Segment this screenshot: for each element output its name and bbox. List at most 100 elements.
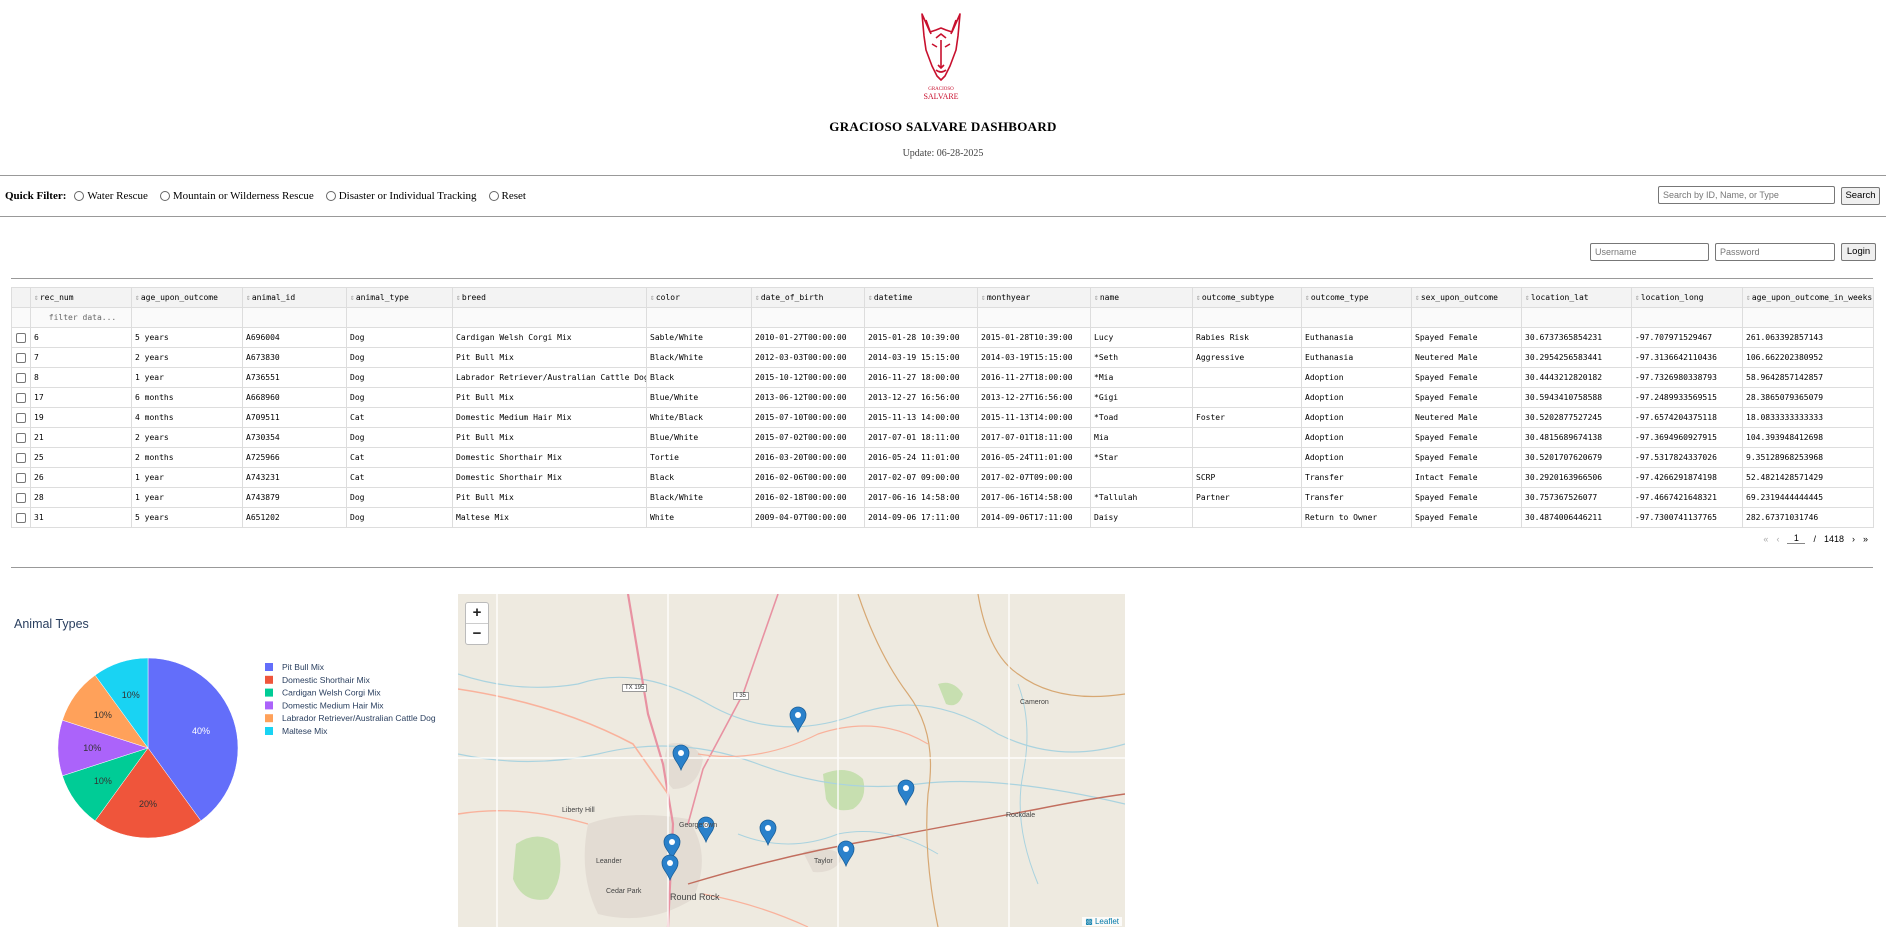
column-header-monthyear[interactable]: ⇕monthyear: [977, 287, 1091, 308]
table-row[interactable]: 19 4 months A709511 Cat Domestic Medium Hair…: [11, 407, 1874, 428]
table-cell[interactable]: *Star: [1090, 447, 1193, 468]
table-cell[interactable]: 261.063392857143: [1742, 327, 1874, 348]
table-cell[interactable]: 18.0833333333333: [1742, 407, 1874, 428]
table-cell[interactable]: -97.3136642110436: [1631, 347, 1743, 368]
table-cell[interactable]: 2015-07-02T00:00:00: [751, 427, 865, 448]
table-cell[interactable]: *Tallulah: [1090, 487, 1193, 508]
table-row[interactable]: 26 1 year A743231 Cat Domestic Shorthair Mix…: [11, 467, 1874, 488]
table-cell[interactable]: Spayed Female: [1411, 427, 1522, 448]
table-cell[interactable]: [1192, 387, 1302, 408]
table-cell[interactable]: Adoption: [1301, 427, 1412, 448]
table-cell[interactable]: 2014-09-06 17:11:00: [864, 507, 978, 528]
table-cell[interactable]: 6: [30, 327, 132, 348]
sort-icon[interactable]: ⇕: [755, 293, 760, 302]
table-cell[interactable]: 25: [30, 447, 132, 468]
table-cell[interactable]: Euthanasia: [1301, 347, 1412, 368]
radio-circle[interactable]: [488, 191, 499, 201]
legend-swatch[interactable]: [265, 663, 273, 671]
table-cell[interactable]: A668960: [242, 387, 347, 408]
table-cell[interactable]: Dog: [346, 347, 453, 368]
table-cell[interactable]: -97.3694960927915: [1631, 427, 1743, 448]
radio-disaster-tracking[interactable]: Disaster or Individual Tracking: [325, 190, 477, 202]
table-cell[interactable]: 69.2319444444445: [1742, 487, 1874, 508]
table-cell[interactable]: Domestic Medium Hair Mix: [452, 407, 647, 428]
table-cell[interactable]: A725966: [242, 447, 347, 468]
filter-input-outcome-type[interactable]: [1301, 307, 1412, 328]
table-cell[interactable]: 30.757367526077: [1521, 487, 1632, 508]
table-cell[interactable]: 30.4443212820182: [1521, 367, 1632, 388]
filter-input-datetime[interactable]: [864, 307, 978, 328]
search-input[interactable]: Search by ID, Name, or Type: [1658, 186, 1835, 204]
sort-icon[interactable]: ⇕: [1305, 293, 1310, 302]
table-cell[interactable]: Black/White: [646, 347, 752, 368]
row-checkbox[interactable]: [16, 432, 26, 443]
row-checkbox[interactable]: [16, 452, 26, 463]
column-header-outcome-subtype[interactable]: ⇕outcome_subtype: [1192, 287, 1302, 308]
filter-input-color[interactable]: [646, 307, 752, 328]
table-cell[interactable]: [1090, 467, 1193, 488]
table-cell[interactable]: Spayed Female: [1411, 367, 1522, 388]
table-cell[interactable]: 106.662202380952: [1742, 347, 1874, 368]
table-cell[interactable]: Rabies Risk: [1192, 327, 1302, 348]
table-cell[interactable]: Sable/White: [646, 327, 752, 348]
table-cell[interactable]: 58.9642857142857: [1742, 367, 1874, 388]
table-cell[interactable]: 9.35128968253968: [1742, 447, 1874, 468]
table-cell[interactable]: 30.2920163966506: [1521, 467, 1632, 488]
table-cell[interactable]: Labrador Retriever/Australian Cattle Dog: [452, 367, 647, 388]
legend-swatch[interactable]: [265, 688, 273, 697]
sort-icon[interactable]: ⇕: [1415, 293, 1420, 302]
sort-icon[interactable]: ⇕: [868, 293, 873, 302]
table-cell[interactable]: 2017-07-01T18:11:00: [977, 427, 1091, 448]
table-cell[interactable]: [1192, 447, 1302, 468]
column-header-age-upon-outcome[interactable]: ⇕age_upon_outcome: [131, 287, 243, 308]
table-cell[interactable]: Neutered Male: [1411, 347, 1522, 368]
sort-icon[interactable]: ⇕: [135, 293, 140, 302]
table-cell[interactable]: Intact Female: [1411, 467, 1522, 488]
column-header-date-of-birth[interactable]: ⇕date_of_birth: [751, 287, 865, 308]
table-cell[interactable]: Spayed Female: [1411, 447, 1522, 468]
table-cell[interactable]: 2015-07-10T00:00:00: [751, 407, 865, 428]
table-cell[interactable]: 2014-09-06T17:11:00: [977, 507, 1091, 528]
table-cell[interactable]: Black/White: [646, 487, 752, 508]
table-cell[interactable]: 19: [30, 407, 132, 428]
table-cell[interactable]: -97.7300741137765: [1631, 507, 1743, 528]
legend-swatch[interactable]: [265, 714, 273, 723]
filter-input-date-of-birth[interactable]: [751, 307, 865, 328]
table-cell[interactable]: Dog: [346, 507, 453, 528]
filter-input-rec-num[interactable]: filter data...: [30, 307, 132, 328]
table-cell[interactable]: Dog: [346, 427, 453, 448]
map-attribution[interactable]: ▩ Leaflet: [1082, 917, 1122, 926]
filter-input-animal-type[interactable]: [346, 307, 453, 328]
row-checkbox[interactable]: [16, 512, 26, 523]
table-cell[interactable]: 5 years: [131, 507, 243, 528]
table-cell[interactable]: Dog: [346, 367, 453, 388]
column-header-sex-upon-outcome[interactable]: ⇕sex_upon_outcome: [1411, 287, 1522, 308]
table-cell[interactable]: 2017-02-07T09:00:00: [977, 467, 1091, 488]
table-cell[interactable]: 28.3865079365079: [1742, 387, 1874, 408]
table-row[interactable]: 72 years A673830 Dog Pit Bull Mix Black/Whit…: [11, 347, 1874, 368]
column-header-color[interactable]: ⇕color: [646, 287, 752, 308]
radio-circle[interactable]: [74, 191, 85, 201]
sort-icon[interactable]: ⇕: [1094, 293, 1099, 302]
column-header-age-upon-outcome-in-weeks[interactable]: ⇕age_upon_outcome_in_weeks: [1742, 287, 1874, 308]
table-cell[interactable]: 2013-06-12T00:00:00: [751, 387, 865, 408]
legend-item[interactable]: Cardigan Welsh Corgi Mix: [282, 688, 381, 698]
table-cell[interactable]: 104.393948412698: [1742, 427, 1874, 448]
sort-icon[interactable]: ⇕: [1635, 293, 1640, 302]
table-cell[interactable]: Cat: [346, 447, 453, 468]
legend-swatch[interactable]: [265, 727, 273, 735]
table-cell[interactable]: A743231: [242, 467, 347, 488]
table-cell[interactable]: A673830: [242, 347, 347, 368]
table-cell[interactable]: SCRP: [1192, 467, 1302, 488]
filter-input-breed[interactable]: [452, 307, 647, 328]
table-cell[interactable]: 2017-06-16T14:58:00: [977, 487, 1091, 508]
table-cell[interactable]: [1192, 367, 1302, 388]
column-header-name[interactable]: ⇕name: [1090, 287, 1193, 308]
sort-icon[interactable]: ⇕: [350, 293, 355, 302]
table-cell[interactable]: 2016-02-18T00:00:00: [751, 487, 865, 508]
table-cell[interactable]: 2016-05-24T11:01:00: [977, 447, 1091, 468]
row-checkbox[interactable]: [16, 352, 26, 363]
table-cell[interactable]: Adoption: [1301, 387, 1412, 408]
table-cell[interactable]: 2015-11-13 14:00:00: [864, 407, 978, 428]
table-cell[interactable]: Euthanasia: [1301, 327, 1412, 348]
